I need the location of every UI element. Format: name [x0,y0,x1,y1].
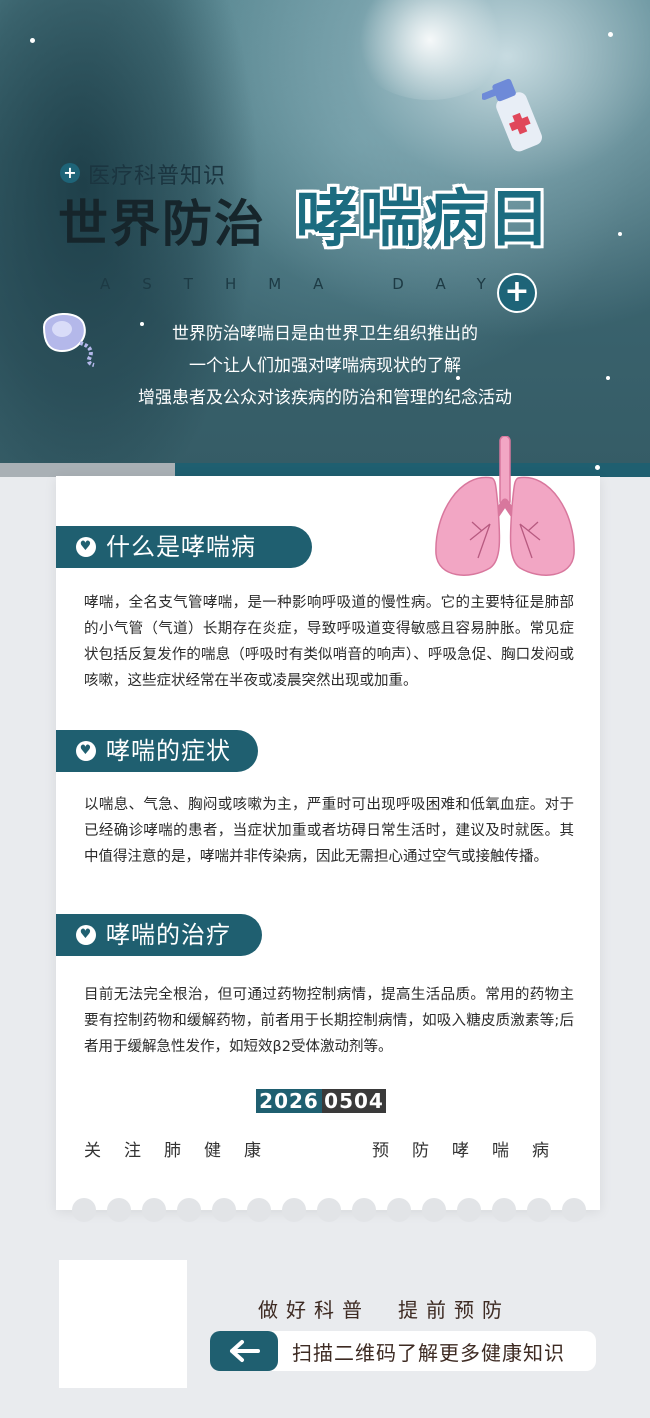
hero-subtitle-en: ASTHMA DAY [100,275,518,293]
card-scallop [527,1198,551,1222]
card-scallop [387,1198,411,1222]
card-scallop [72,1198,96,1222]
hero-intro: 世界防治哮喘日是由世界卫生组织推出的 一个让人们加强对哮喘病现状的了解 增强患者… [0,318,650,414]
card-scallop [422,1198,446,1222]
card-scallop [317,1198,341,1222]
hero-title-highlight: 哮喘病日 [296,182,553,255]
section-heading-what: ♥ 什么是哮喘病 [56,526,312,568]
heart-icon: ♥ [76,925,96,945]
card-scallop [282,1198,306,1222]
sparkle-dot [608,32,613,37]
footer-tagline: 做好科普 提前预防 [258,1298,510,1322]
cta-text: 扫描二维码了解更多健康知识 [292,1341,565,1365]
plus-badge-icon: + [497,273,537,313]
inhaler-spray-icon [480,64,552,168]
hero-line: 增强患者及公众对该疾病的防治和管理的纪念活动 [138,388,512,408]
sparkle-dot [30,38,35,43]
hero-line: 一个让人们加强对哮喘病现状的了解 [189,356,461,376]
section-body-what: 哮喘，全名支气管哮喘，是一种影响呼吸道的慢性病。它的主要特征是肺部的小气管（气道… [84,595,574,689]
card-scallop [562,1198,586,1222]
qr-code-placeholder[interactable] [59,1260,187,1388]
section-heading-symptoms: ♥ 哮喘的症状 [56,730,258,772]
heart-icon: ♥ [76,741,96,761]
card-scallop [352,1198,376,1222]
hero-banner: + 医疗科普知识 世界防治 哮喘病日 ASTHMA DAY + 世界防治哮喘日是… [0,0,650,470]
card-scallop [177,1198,201,1222]
section-heading-text: 什么是哮喘病 [106,533,256,561]
section-body-symptoms: 以喘息、气急、胸闷或咳嗽为主，严重时可出现呼吸困难和低氧血症。对于已经确诊哮喘的… [84,797,574,865]
divider-stripe [0,463,175,477]
hero-title-dark: 世界防治 [58,195,266,253]
hero-tag: 医疗科普知识 [88,164,227,189]
sparkle-dot [595,465,600,470]
slogan-left: 关注肺健康 [84,1141,284,1161]
heart-icon: ♥ [76,537,96,557]
date-year: 2026 [256,1089,322,1113]
card-scallop [247,1198,271,1222]
arrow-left-icon[interactable] [210,1331,278,1371]
card-scallop [212,1198,236,1222]
section-heading-treatment: ♥ 哮喘的治疗 [56,914,262,956]
section-heading-text: 哮喘的症状 [106,737,231,765]
hero-line: 世界防治哮喘日是由世界卫生组织推出的 [172,324,478,344]
lungs-icon [430,435,580,586]
section-heading-text: 哮喘的治疗 [106,921,231,949]
card-scallop [142,1198,166,1222]
slogan-right: 预防哮喘病 [372,1141,572,1161]
date-day: 0504 [322,1089,386,1113]
card-scallop [492,1198,516,1222]
section-body-treatment: 目前无法完全根治，但可通过药物控制病情，提高生活品质。常用的药物主要有控制药物和… [84,987,574,1055]
plus-icon: + [60,163,80,183]
sparkle-dot [618,232,622,236]
card-scallop [457,1198,481,1222]
card-scallop [107,1198,131,1222]
